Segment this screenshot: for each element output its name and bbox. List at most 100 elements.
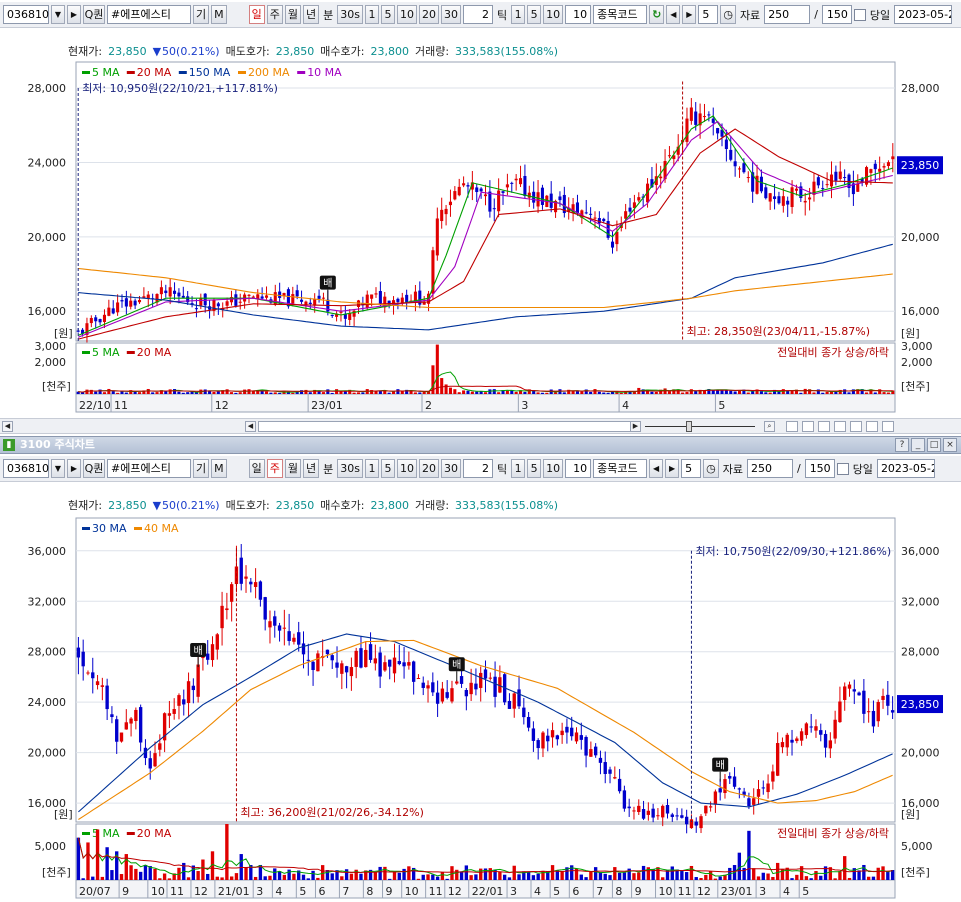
gi-button[interactable]: 기	[193, 459, 210, 478]
prev-step-button[interactable]: ◀	[666, 5, 681, 24]
date-input[interactable]: 2023-05-2	[894, 5, 953, 24]
search-button[interactable]: Q퀀	[83, 5, 105, 24]
candle	[339, 311, 343, 313]
today-checkbox[interactable]	[853, 8, 866, 21]
code-next-button[interactable]: ▶	[67, 459, 81, 478]
period-month-button[interactable]: 월	[284, 5, 301, 24]
zoom-slider-track[interactable]	[645, 426, 755, 427]
daily-price-chart[interactable]: 16,00016,00020,00020,00024,00024,00028,0…	[0, 30, 961, 418]
tick-5-button[interactable]: 5	[527, 459, 542, 478]
m-button[interactable]: M	[211, 459, 227, 478]
min-30-button[interactable]: 30	[440, 459, 461, 478]
minimize-button[interactable]: _	[911, 438, 925, 452]
period-year-button[interactable]: 년	[303, 5, 320, 24]
min-1-button[interactable]: 1	[364, 5, 379, 24]
min-5-button[interactable]: 5	[380, 5, 395, 24]
date-input[interactable]: 2023-05-2	[876, 459, 935, 478]
tick-10-button[interactable]: 10	[543, 5, 564, 24]
scroll-left-end-button[interactable]: ◀	[245, 421, 256, 432]
stock-code-input[interactable]: 036810	[3, 5, 49, 24]
data-label: 자료	[722, 462, 743, 476]
data-count-select[interactable]: 250	[764, 5, 811, 24]
code-field-input[interactable]: 종목코드	[593, 5, 648, 24]
volume-legend-swatch	[126, 832, 135, 835]
candle	[584, 212, 588, 214]
candle	[105, 685, 109, 710]
period-week-button[interactable]: 주	[266, 5, 283, 24]
step-input[interactable]: 5	[681, 459, 702, 478]
volume-bar	[220, 877, 224, 880]
y-tick-label-left: 24,000	[28, 156, 67, 169]
period-day-button[interactable]: 일	[248, 459, 265, 478]
next-step-button[interactable]: ▶	[682, 5, 697, 24]
data-total-input[interactable]: 150	[821, 5, 852, 24]
stock-name-field[interactable]: #에프에스티	[107, 459, 191, 478]
y-unit-left: [원]	[54, 808, 73, 821]
clock-button[interactable]: ◷	[703, 459, 719, 478]
code-field-input[interactable]: 종목코드	[593, 459, 648, 478]
tool-7-icon[interactable]	[882, 421, 894, 432]
scroll-right-button[interactable]: ▶	[630, 421, 641, 432]
chart-scrollbar[interactable]: ◀ ◀ ▶ ⌕	[0, 418, 961, 434]
volume-bar	[507, 877, 512, 880]
clock-button[interactable]: ◷	[720, 5, 736, 24]
maximize-button[interactable]: □	[927, 438, 941, 452]
candle	[431, 682, 435, 693]
tick-1-button[interactable]: 1	[511, 459, 526, 478]
volume-bar	[396, 389, 400, 394]
scroll-track[interactable]	[258, 421, 638, 432]
period-year-button[interactable]: 년	[303, 459, 320, 478]
zoom-slider-handle[interactable]	[686, 421, 692, 432]
today-checkbox[interactable]	[836, 462, 849, 475]
tick-value-input[interactable]: 2	[462, 459, 493, 478]
code-next-button[interactable]: ▶	[67, 5, 81, 24]
tool-6-icon[interactable]	[866, 421, 878, 432]
tool-5-icon[interactable]	[850, 421, 862, 432]
data-count-select[interactable]: 250	[746, 459, 793, 478]
min-20-button[interactable]: 20	[418, 459, 439, 478]
refresh-button[interactable]: ↻	[649, 5, 665, 24]
period-month-button[interactable]: 월	[284, 459, 301, 478]
min-5-button[interactable]: 5	[380, 459, 395, 478]
weekly-price-chart[interactable]: 16,00016,00020,00020,00024,00024,00028,0…	[0, 484, 961, 902]
tool-2-icon[interactable]	[802, 421, 814, 432]
data-total-input[interactable]: 150	[804, 459, 835, 478]
stock-name-field[interactable]: #에프에스티	[107, 5, 191, 24]
step-input[interactable]: 5	[698, 5, 719, 24]
sec30-button[interactable]: 30s	[337, 5, 363, 24]
tool-1-icon[interactable]	[786, 421, 798, 432]
candle	[440, 688, 445, 702]
close-button[interactable]: ×	[943, 438, 957, 452]
tick-value-input[interactable]: 2	[462, 5, 493, 24]
tick-1-button[interactable]: 1	[511, 5, 526, 24]
min-20-button[interactable]: 20	[418, 5, 439, 24]
tick-5-button[interactable]: 5	[527, 5, 542, 24]
next-step-button[interactable]: ▶	[665, 459, 680, 478]
min-1-button[interactable]: 1	[364, 459, 379, 478]
sec30-button[interactable]: 30s	[337, 459, 363, 478]
volume-bar	[536, 392, 540, 394]
code-dropdown-button[interactable]: ▼	[51, 459, 65, 478]
volume-legend-item: 20 MA	[137, 827, 172, 840]
gi-button[interactable]: 기	[193, 5, 210, 24]
candle	[196, 664, 200, 697]
m-button[interactable]: M	[211, 5, 227, 24]
tick-num-input[interactable]: 10	[565, 5, 592, 24]
tick-10-button[interactable]: 10	[543, 459, 564, 478]
search-button[interactable]: Q퀀	[83, 459, 105, 478]
tick-num-input[interactable]: 10	[565, 459, 592, 478]
help-button[interactable]: ?	[895, 438, 909, 452]
zoom-icon[interactable]: ⌕	[764, 421, 775, 432]
stock-code-input[interactable]: 036810	[3, 459, 49, 478]
tool-3-icon[interactable]	[818, 421, 830, 432]
scroll-left-button[interactable]: ◀	[2, 421, 13, 432]
min-10-button[interactable]: 10	[396, 459, 417, 478]
period-day-button[interactable]: 일	[248, 5, 265, 24]
min-10-button[interactable]: 10	[396, 5, 417, 24]
prev-step-button[interactable]: ◀	[649, 459, 664, 478]
current-price-label: 23,850	[901, 159, 940, 172]
code-dropdown-button[interactable]: ▼	[51, 5, 65, 24]
period-week-button[interactable]: 주	[266, 459, 283, 478]
tool-4-icon[interactable]	[834, 421, 846, 432]
min-30-button[interactable]: 30	[440, 5, 461, 24]
